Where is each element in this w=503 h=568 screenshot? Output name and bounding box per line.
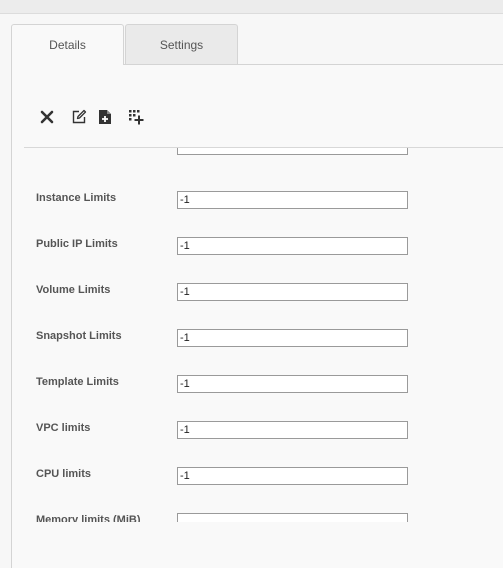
- instance-limits-input[interactable]: [177, 191, 408, 209]
- vpc-limits-label: VPC limits: [36, 422, 91, 434]
- edit-icon[interactable]: [70, 108, 88, 126]
- template-limits-row: Template Limits: [24, 375, 503, 406]
- partial-row-top: [24, 148, 503, 168]
- add-document-icon[interactable]: [96, 108, 114, 126]
- top-bar: [0, 0, 503, 14]
- volume-limits-row: Volume Limits: [24, 283, 503, 314]
- cpu-limits-input[interactable]: [177, 467, 408, 485]
- add-grid-icon[interactable]: [127, 108, 145, 126]
- memory-limits-label: Memory limits (MiB): [36, 514, 141, 522]
- limits-form[interactable]: Instance Limits Public IP Limits Volume …: [24, 148, 503, 522]
- partial-field-top[interactable]: [177, 148, 408, 155]
- cpu-limits-row: CPU limits: [24, 467, 503, 498]
- cpu-limits-label: CPU limits: [36, 468, 92, 480]
- tab-details[interactable]: Details: [11, 24, 124, 65]
- snapshot-limits-row: Snapshot Limits: [24, 329, 503, 360]
- template-limits-label: Template Limits: [36, 376, 119, 388]
- snapshot-limits-input[interactable]: [177, 329, 408, 347]
- volume-limits-label: Volume Limits: [36, 284, 111, 296]
- memory-limits-row: Memory limits (MiB): [24, 513, 503, 522]
- memory-limits-input[interactable]: [177, 513, 408, 522]
- tab-settings[interactable]: Settings: [125, 24, 238, 64]
- instance-limits-label: Instance Limits: [36, 192, 117, 204]
- vpc-limits-row: VPC limits: [24, 421, 503, 452]
- public-ip-limits-label: Public IP Limits: [36, 238, 118, 250]
- volume-limits-input[interactable]: [177, 283, 408, 301]
- vpc-limits-input[interactable]: [177, 421, 408, 439]
- public-ip-limits-row: Public IP Limits: [24, 237, 503, 268]
- snapshot-limits-label: Snapshot Limits: [36, 330, 122, 342]
- remove-icon[interactable]: [38, 108, 56, 126]
- public-ip-limits-input[interactable]: [177, 237, 408, 255]
- template-limits-input[interactable]: [177, 375, 408, 393]
- instance-limits-row: Instance Limits: [24, 191, 503, 222]
- tab-details-label: Details: [49, 38, 86, 52]
- tab-settings-label: Settings: [159, 37, 204, 52]
